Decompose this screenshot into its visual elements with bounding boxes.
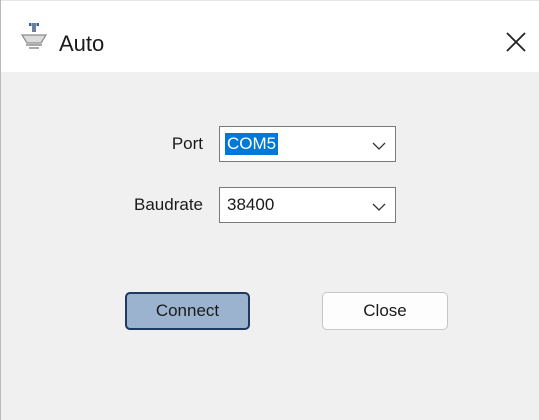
chevron-down-icon xyxy=(371,138,387,152)
close-icon[interactable] xyxy=(501,27,531,57)
connect-button[interactable]: Connect xyxy=(125,292,250,330)
device-icon xyxy=(19,21,49,51)
baudrate-label: Baudrate xyxy=(134,195,203,214)
auto-dialog: Auto Port COM5 Baudrate 38400 Connect Cl… xyxy=(0,0,539,420)
port-value: COM5 xyxy=(225,133,279,155)
baudrate-select[interactable]: 38400 xyxy=(219,187,396,223)
window-title: Auto xyxy=(59,31,105,56)
port-select[interactable]: COM5 xyxy=(219,126,396,162)
port-label: Port xyxy=(171,134,203,153)
close-button[interactable]: Close xyxy=(322,292,448,330)
title-bar: Auto xyxy=(1,0,539,72)
chevron-down-icon xyxy=(371,199,387,213)
baudrate-value: 38400 xyxy=(227,195,275,214)
